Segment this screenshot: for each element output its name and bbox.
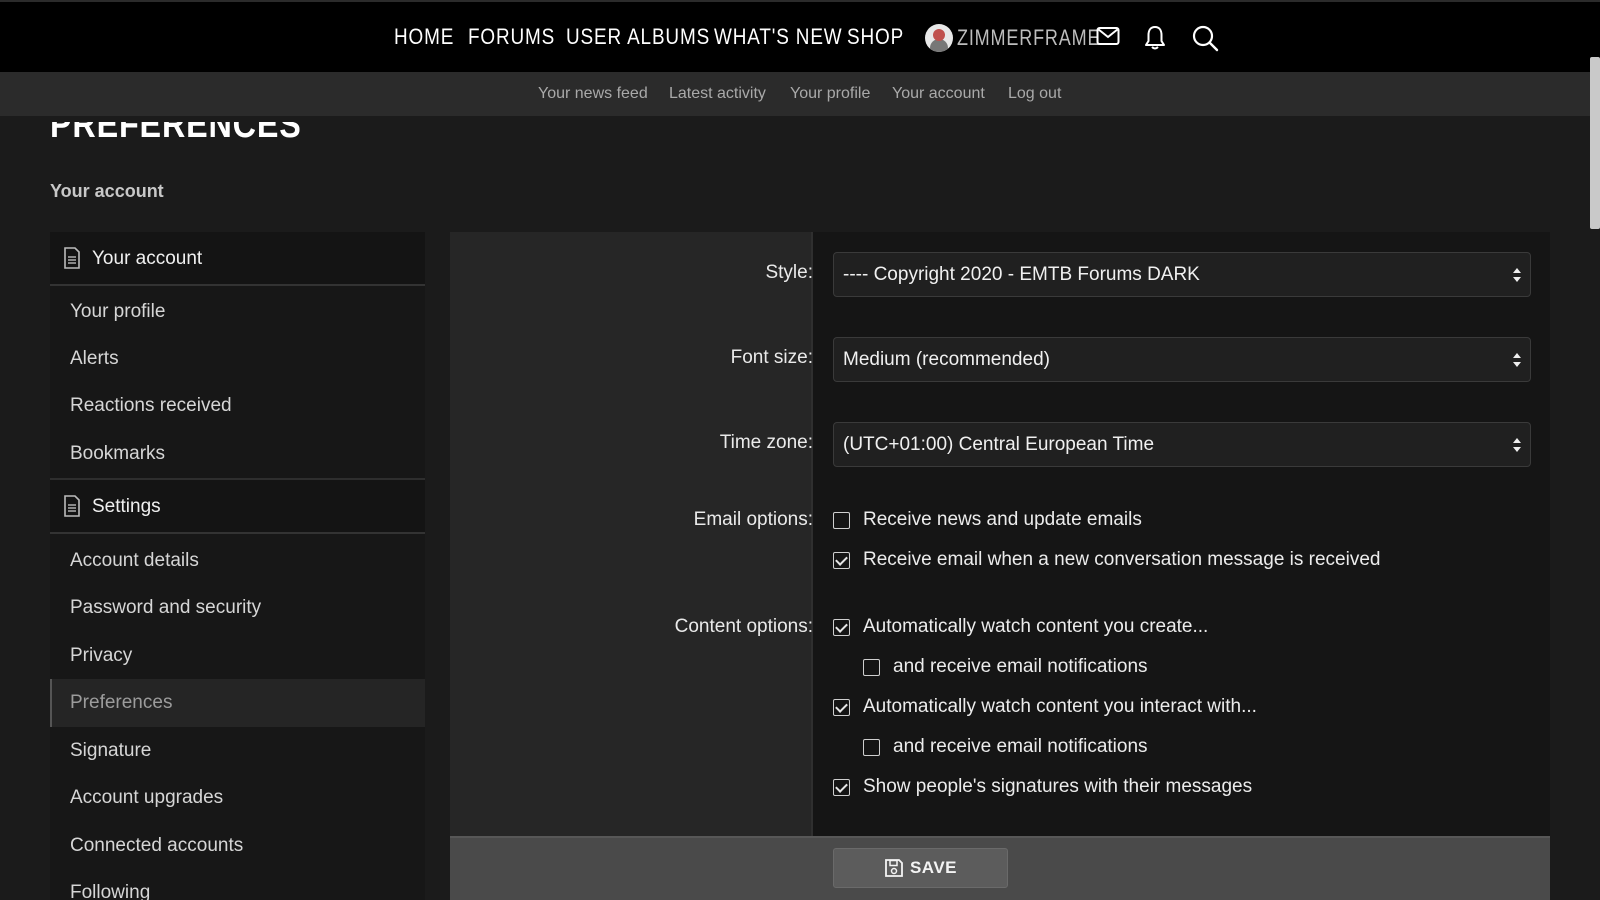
scrollbar-thumb[interactable] [1590,57,1600,229]
subnav-your-profile[interactable]: Your profile [790,85,870,103]
sidebar-item-label: Signature [70,740,152,761]
email-option-conversation[interactable]: Receive email when a new conversation me… [833,548,1380,572]
content-option-watch-interacted[interactable]: Automatically watch content you interact… [833,695,1257,719]
content-option-interacted-email[interactable]: and receive email notifications [863,735,1148,759]
save-button-label: SAVE [909,858,958,877]
sidebar-item-label: Following [70,882,151,900]
sidebar-item-label: Account upgrades [70,787,224,808]
sidebar-item-connected-accounts[interactable]: Connected accounts [50,822,425,870]
checkbox[interactable] [833,778,850,796]
style-label: Style: [765,262,813,283]
search-icon[interactable] [1191,24,1219,57]
sidebar-item-signature[interactable]: Signature [50,727,425,775]
checkbox[interactable] [833,618,850,636]
nav-whats-new[interactable]: WHAT'S NEW [714,24,843,50]
document-icon [63,247,81,274]
content-options-label: Content options: [674,616,813,637]
select-arrows-icon [1513,268,1521,282]
font-size-select[interactable]: Medium (recommended) [833,337,1531,382]
sidebar-item-account-details[interactable]: Account details [50,537,425,585]
nav-shop[interactable]: SHOP [847,24,904,50]
select-arrows-icon [1513,353,1521,367]
email-options-label: Email options: [693,509,813,530]
content-option-created-email[interactable]: and receive email notifications [863,655,1148,679]
style-select-value: ---- Copyright 2020 - EMTB Forums DARK [843,264,1200,285]
content-option-show-signatures[interactable]: Show people's signatures with their mess… [833,775,1252,799]
font-size-label: Font size: [730,347,813,368]
checkbox-label: Show people's signatures with their mess… [863,776,1253,797]
bell-icon[interactable] [1144,25,1166,56]
nav-home[interactable]: HOME [394,24,454,50]
save-button[interactable]: SAVE [833,848,1008,888]
document-icon [63,495,81,522]
checkbox-label: Receive news and update emails [863,509,1142,530]
sidebar-item-password-security[interactable]: Password and security [50,584,425,632]
envelope-icon[interactable] [1096,26,1120,51]
sidebar-item-following[interactable]: Following [50,869,425,900]
sidebar-header-your-account[interactable]: Your account [50,232,425,286]
subnav-news-feed[interactable]: Your news feed [538,85,648,103]
nav-forums[interactable]: FORUMS [468,24,555,50]
time-zone-select-value: (UTC+01:00) Central European Time [843,434,1155,455]
sidebar-item-label: Connected accounts [70,835,244,856]
time-zone-select[interactable]: (UTC+01:00) Central European Time [833,422,1531,467]
checkbox-label: Automatically watch content you create..… [863,616,1209,637]
content-option-watch-created[interactable]: Automatically watch content you create..… [833,615,1208,639]
checkbox[interactable] [833,698,850,716]
select-arrows-icon [1513,438,1521,452]
sidebar-item-alerts[interactable]: Alerts [50,335,425,383]
sidebar-item-reactions-received[interactable]: Reactions received [50,382,425,430]
nav-user-albums[interactable]: USER ALBUMS [566,24,710,50]
sidebar-item-label: Your profile [70,301,166,322]
form-footer: SAVE [450,836,1550,900]
breadcrumb[interactable]: Your account [50,181,164,202]
checkbox-label: Receive email when a new conversation me… [863,549,1381,570]
subnav-your-account[interactable]: Your account [892,85,985,103]
sidebar-item-account-upgrades[interactable]: Account upgrades [50,774,425,822]
sub-navigation: Your news feed Latest activity Your prof… [0,72,1600,116]
sidebar-item-label: Account details [70,550,199,571]
sidebar-item-label: Preferences [70,692,173,713]
sidebar-item-label: Bookmarks [70,443,166,464]
account-sidebar: Your account Your profile Alerts Reactio… [50,232,425,900]
font-size-select-value: Medium (recommended) [843,349,1050,370]
sidebar-item-label: Alerts [70,348,119,369]
checkbox[interactable] [833,551,850,569]
form-label-column [450,232,813,836]
sidebar-header-label: Your account [92,248,203,269]
checkbox[interactable] [863,738,880,756]
checkbox-label: and receive email notifications [893,736,1148,757]
sidebar-item-bookmarks[interactable]: Bookmarks [50,430,425,478]
style-select[interactable]: ---- Copyright 2020 - EMTB Forums DARK [833,252,1531,297]
checkbox[interactable] [833,511,850,529]
checkbox-label: Automatically watch content you interact… [863,696,1257,717]
sidebar-header-label: Settings [92,496,161,517]
top-navigation: HOME FORUMS USER ALBUMS WHAT'S NEW SHOP … [0,0,1600,72]
preferences-form: Style: ---- Copyright 2020 - EMTB Forums… [450,232,1550,900]
subnav-latest-activity[interactable]: Latest activity [669,85,766,103]
sidebar-item-label: Privacy [70,645,133,666]
sidebar-item-label: Password and security [70,597,262,618]
sidebar-item-preferences[interactable]: Preferences [50,679,425,727]
save-icon [885,859,903,877]
sidebar-header-settings[interactable]: Settings [50,480,425,534]
username: ZIMMERFRAME [957,25,1101,50]
sidebar-item-label: Reactions received [70,395,232,416]
subnav-log-out[interactable]: Log out [1008,85,1061,103]
time-zone-label: Time zone: [719,432,813,453]
sidebar-item-privacy[interactable]: Privacy [50,632,425,680]
avatar [925,24,953,52]
email-option-news[interactable]: Receive news and update emails [833,508,1142,532]
checkbox-label: and receive email notifications [893,656,1148,677]
sidebar-item-your-profile[interactable]: Your profile [50,288,425,336]
checkbox[interactable] [863,658,880,676]
